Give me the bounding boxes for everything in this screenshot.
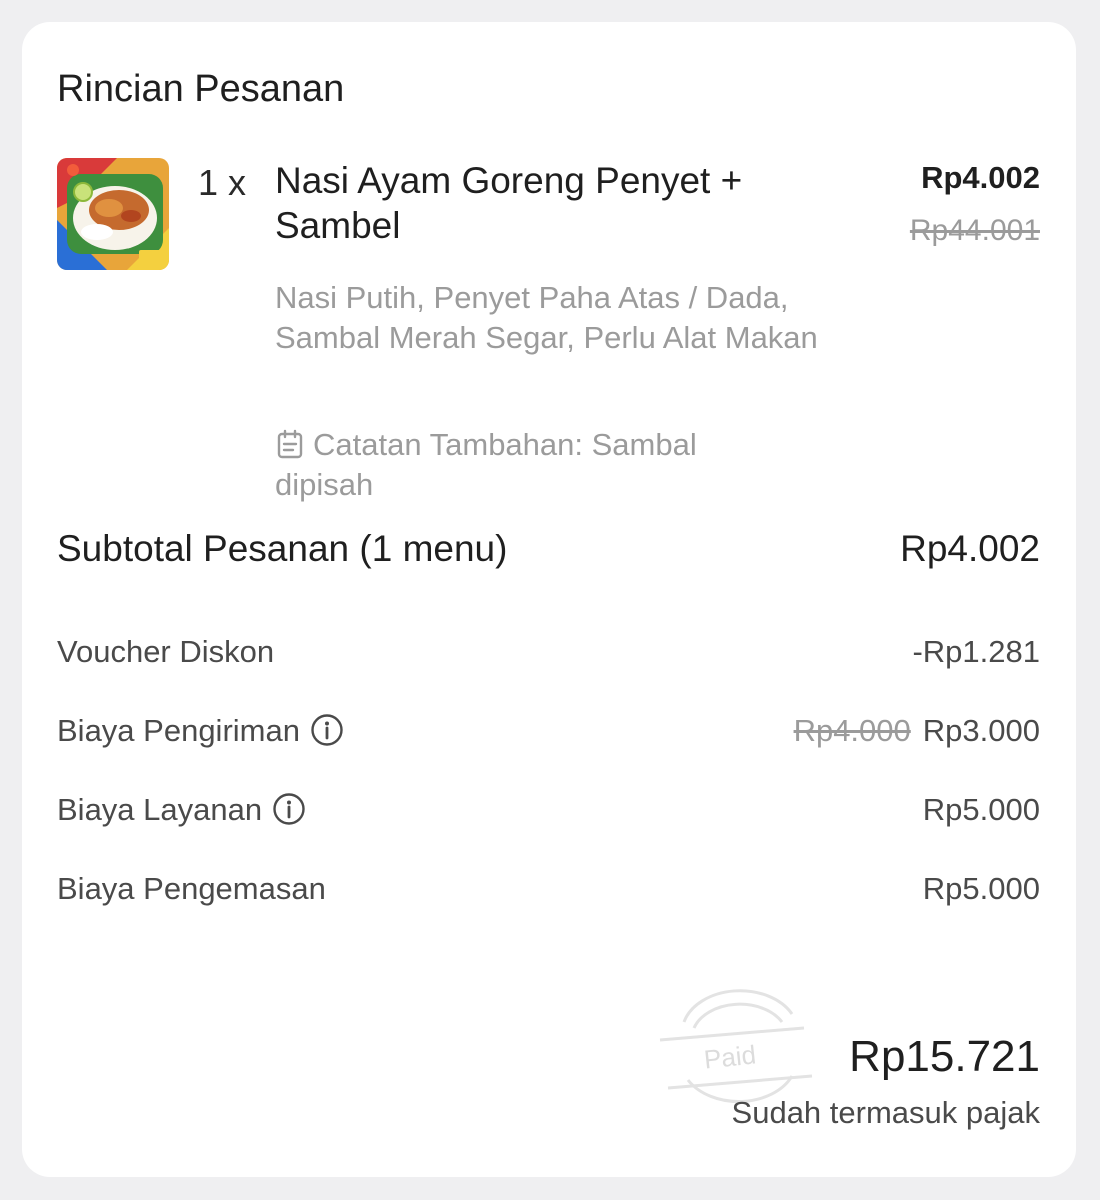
paid-stamp: Paid bbox=[654, 984, 824, 1104]
delivery-fee-value: Rp3.000 bbox=[922, 713, 1040, 748]
item-note: Catatan Tambahan: Sambal dipisah bbox=[275, 425, 795, 505]
section-title: Rincian Pesanan bbox=[57, 68, 345, 110]
food-photo bbox=[57, 158, 169, 270]
item-price: Rp4.002 bbox=[921, 160, 1040, 195]
food-thumbnail[interactable] bbox=[57, 158, 169, 270]
item-options: Nasi Putih, Penyet Paha Atas / Dada, Sam… bbox=[275, 280, 818, 355]
voucher-value: -Rp1.281 bbox=[912, 634, 1040, 669]
packaging-fee-label: Biaya Pengemasan bbox=[57, 871, 326, 906]
paid-stamp-text: Paid bbox=[702, 1039, 757, 1074]
info-icon[interactable] bbox=[310, 713, 344, 747]
subtotal-value: Rp4.002 bbox=[900, 528, 1040, 569]
service-fee-label: Biaya Layanan bbox=[57, 792, 263, 827]
info-icon[interactable] bbox=[272, 792, 306, 826]
subtotal-label: Subtotal Pesanan (1 menu) bbox=[57, 528, 508, 569]
service-fee-value: Rp5.000 bbox=[922, 792, 1040, 827]
item-original-price: Rp44.001 bbox=[909, 214, 1040, 247]
delivery-fee-label: Biaya Pengiriman bbox=[57, 713, 300, 748]
packaging-fee-value: Rp5.000 bbox=[922, 871, 1040, 906]
delivery-fee-values: Rp4.000 Rp3.000 bbox=[794, 713, 1040, 749]
delivery-fee-row: Biaya Pengiriman bbox=[57, 713, 344, 749]
total-amount: Rp15.721 bbox=[849, 1032, 1040, 1081]
notepad-icon bbox=[275, 429, 305, 459]
item-note-text: Catatan Tambahan: Sambal dipisah bbox=[275, 427, 697, 502]
delivery-fee-original: Rp4.000 bbox=[793, 713, 911, 748]
tax-included-note: Sudah termasuk pajak bbox=[731, 1095, 1040, 1130]
item-quantity: 1 x bbox=[198, 162, 247, 203]
service-fee-row: Biaya Layanan bbox=[57, 792, 306, 828]
order-details-card: Rincian Pesanan 1 x Nasi Ayam Goreng Pen… bbox=[22, 22, 1076, 1177]
voucher-label: Voucher Diskon bbox=[57, 634, 275, 669]
item-name: Nasi Ayam Goreng Penyet + Sambel bbox=[275, 160, 743, 246]
